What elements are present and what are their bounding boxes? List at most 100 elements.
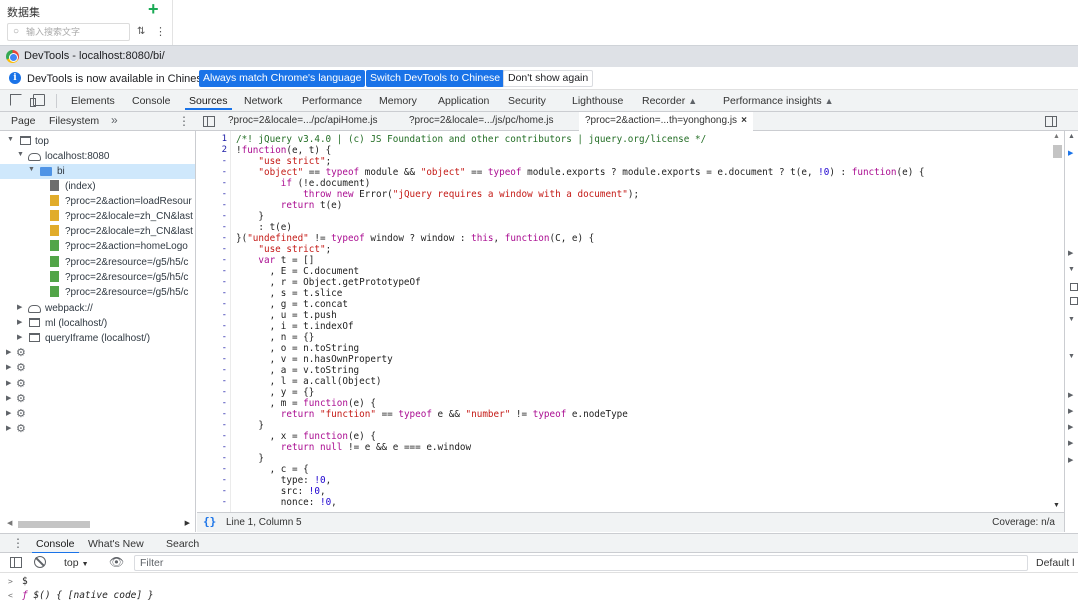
code-line[interactable]: } <box>236 211 264 222</box>
line-number[interactable]: - <box>222 376 227 386</box>
line-number[interactable]: - <box>222 497 227 507</box>
code-line[interactable]: , v = n.hasOwnProperty <box>236 354 393 365</box>
code-line[interactable]: "use strict"; <box>236 244 331 255</box>
dont-show-again-button[interactable]: Don't show again <box>503 70 594 87</box>
code-line[interactable]: , c = { <box>236 464 309 475</box>
line-number[interactable]: - <box>222 365 227 375</box>
code-line[interactable]: "object" == typeof module && "object" ==… <box>236 167 924 178</box>
tree-item-file[interactable]: ?proc=2&resource=/g5/h5/c <box>0 255 195 270</box>
line-number[interactable]: - <box>222 321 227 331</box>
code-line[interactable]: return null != e && e === e.window <box>236 442 471 453</box>
drawer-tab-console[interactable]: Console <box>32 538 79 554</box>
pretty-print-icon[interactable]: {} <box>203 515 216 528</box>
tree-item-frame-ml[interactable]: ▶ ml (localhost/) <box>0 316 195 331</box>
code-line[interactable]: } <box>236 453 264 464</box>
tree-item-file[interactable]: ?proc=2&locale=zh_CN&last <box>0 209 195 224</box>
line-number[interactable]: - <box>222 310 227 320</box>
tab-performance-insights[interactable]: Performance insights <box>723 95 822 107</box>
more-icon[interactable]: ⋮ <box>155 25 166 38</box>
tab-recorder-wrap[interactable]: Recorder ▲ <box>642 95 697 107</box>
tree-item-file[interactable]: (index) <box>0 179 195 194</box>
tab-recorder[interactable]: Recorder <box>642 95 685 107</box>
line-number[interactable]: 2 <box>222 145 227 155</box>
tree-item-folder-bi[interactable]: ▼ bi <box>0 164 195 179</box>
tree-item-worker[interactable]: ▶ ⚙ <box>0 407 195 422</box>
code-line[interactable]: , s = t.slice <box>236 288 343 299</box>
tab-console[interactable]: Console <box>132 95 171 107</box>
tab-security[interactable]: Security <box>508 95 546 107</box>
line-number[interactable]: - <box>222 255 227 265</box>
scroll-up-icon[interactable]: ▲ <box>1053 133 1060 140</box>
line-number[interactable]: - <box>222 343 227 353</box>
toggle-debugger-icon[interactable] <box>1045 116 1057 127</box>
tab-performance-insights-wrap[interactable]: Performance insights ▲ <box>723 95 834 107</box>
scroll-down-icon[interactable]: ▼ <box>1053 502 1060 509</box>
tree-item-webpack[interactable]: ▶ webpack:// <box>0 301 195 316</box>
code-line[interactable]: , o = n.toString <box>236 343 360 354</box>
line-number[interactable]: - <box>222 167 227 177</box>
navigator-tab-filesystem[interactable]: Filesystem <box>49 115 99 127</box>
code-line[interactable]: , x = function(e) { <box>236 431 376 442</box>
line-number[interactable]: - <box>222 431 227 441</box>
expand-triangle-icon[interactable]: ▶ <box>6 363 11 371</box>
expand-triangle-icon[interactable]: ▼ <box>28 166 35 173</box>
tab-network[interactable]: Network <box>244 95 283 107</box>
file-tab-apihome[interactable]: ?proc=2&locale=.../pc/apiHome.js <box>228 112 378 131</box>
code-line[interactable]: "use strict"; <box>236 156 331 167</box>
expand-triangle-icon[interactable]: ▼ <box>1068 353 1075 360</box>
match-chrome-language-button[interactable]: Always match Chrome's language <box>199 70 366 87</box>
expand-triangle-icon[interactable]: ▶ <box>6 424 11 432</box>
expand-triangle-icon[interactable]: ▶ <box>1068 249 1073 257</box>
close-icon[interactable]: × <box>741 115 747 126</box>
code-line[interactable]: return "function" == typeof e && "number… <box>236 409 628 420</box>
checkbox[interactable] <box>1070 297 1078 305</box>
dataset-search-input[interactable] <box>26 25 126 39</box>
code-line[interactable]: , u = t.push <box>236 310 337 321</box>
tree-item-file[interactable]: ?proc=2&action=loadResour <box>0 194 195 209</box>
tree-item-frame-queryiframe[interactable]: ▶ queryIframe (localhost/) <box>0 331 195 346</box>
code-line[interactable]: , n = {} <box>236 332 315 343</box>
tab-sources[interactable]: Sources <box>185 95 232 110</box>
code-line[interactable]: , y = {} <box>236 387 315 398</box>
tree-item-top[interactable]: ▼ top <box>0 134 195 149</box>
code-line[interactable]: : t(e) <box>236 222 292 233</box>
navigator-menu-icon[interactable]: ⋮ <box>178 114 190 128</box>
line-number[interactable]: - <box>222 233 227 243</box>
code-line[interactable]: var t = [] <box>236 255 314 266</box>
tree-item-worker[interactable]: ▶ ⚙ <box>0 422 195 437</box>
expand-triangle-icon[interactable]: ▼ <box>1068 266 1075 273</box>
tree-item-worker[interactable]: ▶ ⚙ <box>0 392 195 407</box>
expand-triangle-icon[interactable]: ▶ <box>6 409 11 417</box>
context-selector[interactable]: top ▼ <box>64 557 89 569</box>
add-dataset-icon[interactable]: + <box>148 0 159 18</box>
line-number[interactable]: - <box>222 288 227 298</box>
resume-icon[interactable]: ▶ <box>1068 149 1073 157</box>
expand-triangle-icon[interactable]: ▶ <box>17 303 22 311</box>
console-sidebar-icon[interactable] <box>10 557 22 568</box>
device-toolbar-icon[interactable] <box>30 94 45 107</box>
tab-performance[interactable]: Performance <box>302 95 362 107</box>
expand-triangle-icon[interactable]: ▶ <box>6 394 11 402</box>
checkbox[interactable] <box>1070 283 1078 291</box>
expand-triangle-icon[interactable]: ▶ <box>17 333 22 341</box>
expand-triangle-icon[interactable]: ▼ <box>1068 316 1075 323</box>
line-number[interactable]: - <box>222 178 227 188</box>
code-line[interactable]: , i = t.indexOf <box>236 321 354 332</box>
line-number[interactable]: - <box>222 244 227 254</box>
line-number[interactable]: - <box>222 332 227 342</box>
more-tabs-icon[interactable]: » <box>111 113 118 127</box>
log-levels-dropdown[interactable]: Default l <box>1036 557 1075 569</box>
drawer-tab-search[interactable]: Search <box>166 538 199 550</box>
line-number-gutter[interactable]: 12-------------------------------- <box>197 131 231 512</box>
navigator-tab-page[interactable]: Page <box>11 115 36 127</box>
console-output[interactable]: > $ < ƒ $() { [native code] } <box>0 573 1078 608</box>
line-number[interactable]: - <box>222 464 227 474</box>
expand-triangle-icon[interactable]: ▶ <box>1068 423 1073 431</box>
sort-icon[interactable]: ⇅ <box>137 26 145 37</box>
tree-item-file[interactable]: ?proc=2&resource=/g5/h5/c <box>0 270 195 285</box>
expand-triangle-icon[interactable]: ▼ <box>7 136 14 143</box>
line-number[interactable]: - <box>222 277 227 287</box>
code-line[interactable]: return t(e) <box>236 200 343 211</box>
code-line[interactable]: , E = C.document <box>236 266 360 277</box>
switch-to-chinese-button[interactable]: Switch DevTools to Chinese <box>366 70 505 87</box>
